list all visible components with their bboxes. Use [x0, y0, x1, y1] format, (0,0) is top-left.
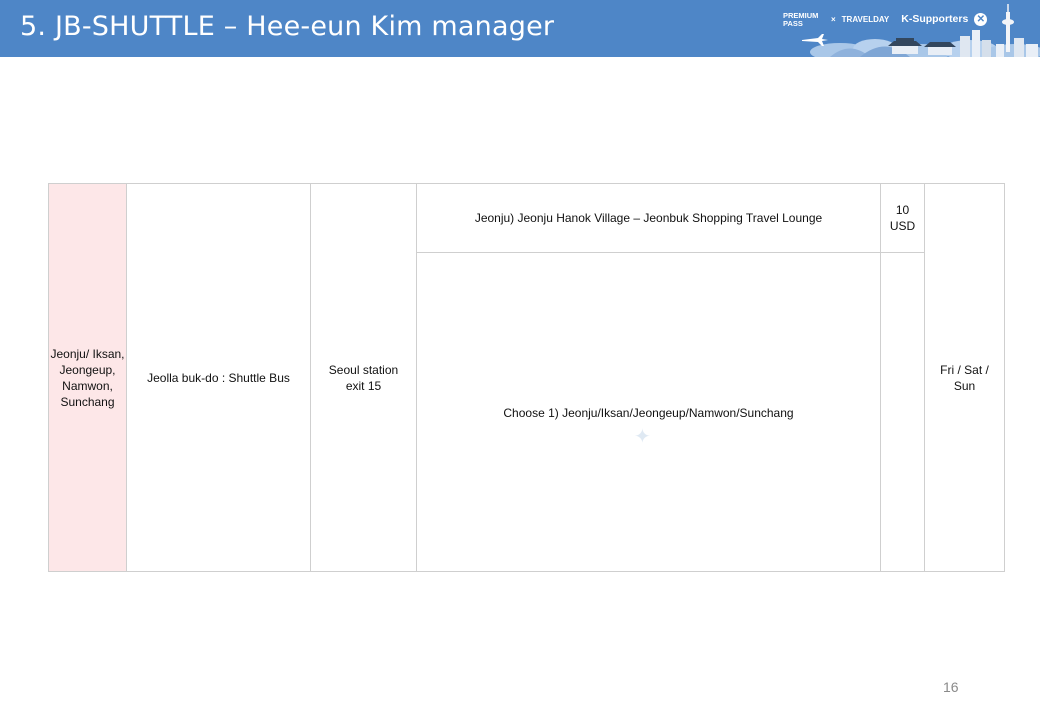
premium-pass-logo: PREMIUM PASS	[783, 11, 819, 28]
table-row: Jeonju/ Iksan, Jeongeup, Namwon, Sunchan…	[48, 183, 1005, 572]
shuttle-info-table: Jeonju/ Iksan, Jeongeup, Namwon, Sunchan…	[48, 183, 1005, 572]
route-detail-cell: Choose 1) Jeonju/Iksan/Jeongeup/Namwon/S…	[416, 252, 881, 572]
departure-cell: Seoul station exit 15	[310, 183, 417, 572]
route-detail-cell: Jeonju) Jeonju Hanok Village – Jeonbuk S…	[416, 183, 881, 253]
route-detail-text: Jeonju) Jeonju Hanok Village – Jeonbuk S…	[474, 211, 823, 225]
k-supporters-logo: K-Supporters	[901, 13, 969, 25]
brand-logos: PREMIUM PASS × TRAVELDAY K-Supporters ✕	[783, 11, 988, 42]
route-detail-text: Choose 1) Jeonju/Iksan/Jeongeup/Namwon/S…	[503, 406, 794, 420]
service-cell: Jeolla buk-do : Shuttle Bus	[126, 183, 311, 572]
departure-text: Seoul station exit 15	[328, 362, 399, 393]
days-text: Fri / Sat / Sun	[940, 362, 989, 393]
service-text: Jeolla buk-do : Shuttle Bus	[147, 370, 290, 385]
region-cell: Jeonju/ Iksan, Jeongeup, Namwon, Sunchan…	[48, 183, 127, 572]
sparkle-icon: ✦	[634, 426, 651, 448]
price-cell: 10 USD	[880, 183, 925, 253]
header-bar: 5. JB-SHUTTLE – Hee-eun Kim manager PREM	[0, 0, 1040, 57]
page-number: 16	[943, 679, 959, 695]
price-cell	[880, 252, 925, 572]
brand-separator: ×	[831, 15, 836, 24]
page-title: 5. JB-SHUTTLE – Hee-eun Kim manager	[20, 11, 555, 42]
close-circle-icon: ✕	[974, 13, 988, 26]
travelday-logo: TRAVELDAY	[841, 15, 890, 24]
price-text: 10 USD	[889, 203, 916, 233]
region-text: Jeonju/ Iksan, Jeongeup, Namwon, Sunchan…	[50, 346, 125, 409]
days-cell: Fri / Sat / Sun	[924, 183, 1005, 572]
